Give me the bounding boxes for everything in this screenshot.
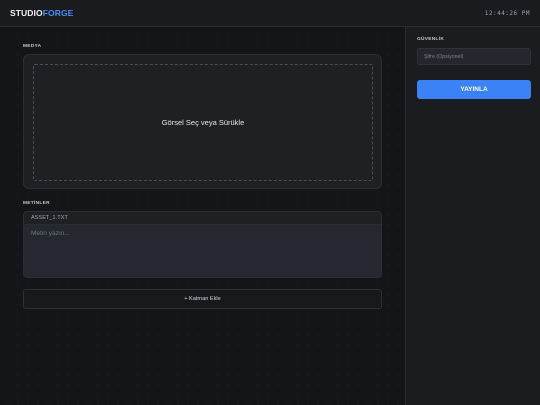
sidebar: GÜVENLİK YAYINLA: [405, 27, 540, 405]
top-bar: STUDIOFORGE 12:44:26 PM: [0, 0, 540, 27]
text-input[interactable]: [24, 225, 381, 277]
media-card: Görsel Seç veya Sürükle: [23, 54, 382, 189]
brand-name-part1: STUDIO: [10, 8, 43, 18]
brand-name-part2: FORGE: [42, 8, 74, 18]
dropzone-label: Görsel Seç veya Sürükle: [161, 118, 245, 127]
security-section-label: GÜVENLİK: [417, 37, 445, 42]
add-layer-button[interactable]: + Katman Ekle: [23, 289, 382, 309]
password-field[interactable]: [417, 48, 531, 65]
texts-section-label: METİNLER: [23, 201, 50, 206]
clock: 12:44:26 PM: [484, 10, 530, 17]
asset-name: ASSET_1.TXT: [24, 212, 381, 225]
image-dropzone[interactable]: Görsel Seç veya Sürükle: [33, 64, 373, 181]
brand-logo: STUDIOFORGE: [10, 8, 73, 18]
text-asset-card: ASSET_1.TXT: [23, 211, 382, 278]
media-section-label: MEDYA: [23, 44, 42, 49]
editor-canvas: MEDYA Görsel Seç veya Sürükle METİNLER A…: [0, 27, 405, 405]
publish-button[interactable]: YAYINLA: [417, 80, 531, 99]
